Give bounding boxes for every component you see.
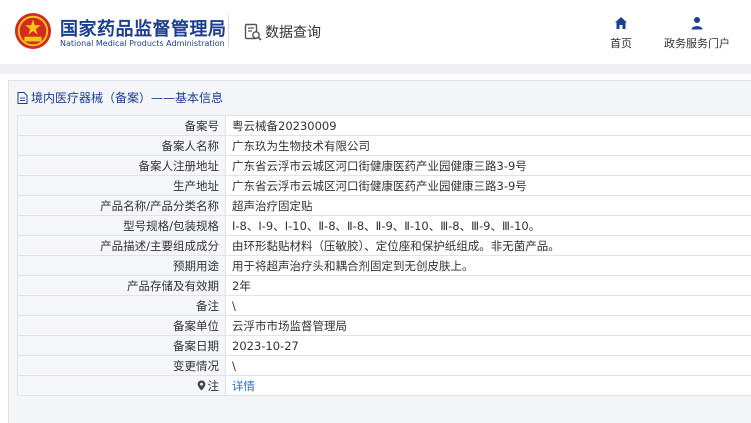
field-label: 型号规格/包装规格 xyxy=(17,215,226,236)
user-icon xyxy=(691,17,703,30)
field-value: \ xyxy=(225,355,751,376)
field-value: 2023-10-27 xyxy=(225,335,751,356)
emblem-logo-icon xyxy=(14,12,52,50)
field-value: 由环形黏贴材料（压敏胶）、定位座和保护纸组成。非无菌产品。 xyxy=(225,235,751,256)
field-label: 备案日期 xyxy=(17,335,226,356)
field-value: 2年 xyxy=(225,275,751,296)
field-value: \ xyxy=(225,295,751,316)
field-label: 预期用途 xyxy=(17,255,226,276)
brand-subtitle: National Medical Products Administration xyxy=(60,39,225,48)
data-query-link[interactable]: 数据查询 xyxy=(244,22,321,42)
table-row: 备案日期 2023-10-27 xyxy=(17,335,751,356)
field-value: 用于将超声治疗头和耦合剂固定到无创皮肤上。 xyxy=(225,255,751,276)
field-value: 超声治疗固定贴 xyxy=(225,195,751,216)
field-value: 广东玖为生物技术有限公司 xyxy=(225,135,751,156)
nav-portal-label: 政务服务门户 xyxy=(664,37,730,50)
header-divider xyxy=(228,15,229,47)
data-query-label: 数据查询 xyxy=(265,25,321,41)
table-row: 备案号 粤云械备20230009 xyxy=(17,115,751,136)
nav-home-label: 首页 xyxy=(610,37,632,50)
location-pin-icon xyxy=(197,380,205,390)
document-icon xyxy=(17,91,28,104)
table-row: 产品存储及有效期 2年 xyxy=(17,275,751,296)
field-label: 备案号 xyxy=(17,115,226,136)
table-row: 预期用途 用于将超声治疗头和耦合剂固定到无创皮肤上。 xyxy=(17,255,751,276)
nav-service-portal[interactable]: 政务服务门户 xyxy=(656,16,738,51)
field-value: 粤云械备20230009 xyxy=(225,115,751,136)
note-label-cell: 注 xyxy=(17,375,226,396)
table-row: 备案单位 云浮市市场监督管理局 xyxy=(17,315,751,336)
table-row: 型号规格/包装规格 Ⅰ-8、Ⅰ-9、Ⅰ-10、Ⅱ-8、Ⅱ-8、Ⅱ-9、Ⅱ-10、… xyxy=(17,215,751,236)
table-row: 产品描述/主要组成成分 由环形黏贴材料（压敏胶）、定位座和保护纸组成。非无菌产品… xyxy=(17,235,751,256)
field-label: 备注 xyxy=(17,295,226,316)
brand-title: 国家药品监督管理局 xyxy=(60,19,227,40)
field-label: 备案人名称 xyxy=(17,135,226,156)
nav-home[interactable]: 首页 xyxy=(606,16,636,51)
table-row: 备案人注册地址 广东省云浮市云城区河口街健康医药产业园健康三路3-9号 xyxy=(17,155,751,176)
field-value: 广东省云浮市云城区河口街健康医药产业园健康三路3-9号 xyxy=(225,155,751,176)
table-row: 产品名称/产品分类名称 超声治疗固定贴 xyxy=(17,195,751,216)
table-row: 备案人名称 广东玖为生物技术有限公司 xyxy=(17,135,751,156)
detail-panel: 境内医疗器械（备案）——基本信息 备案号 粤云械备20230009 备案人名称 … xyxy=(8,80,751,423)
note-label: 注 xyxy=(207,378,220,393)
panel-title: 境内医疗器械（备案）——基本信息 xyxy=(17,89,223,106)
field-label: 产品名称/产品分类名称 xyxy=(17,195,226,216)
site-header: 国家药品监督管理局 National Medical Products Admi… xyxy=(0,0,751,64)
field-value: Ⅰ-8、Ⅰ-9、Ⅰ-10、Ⅱ-8、Ⅱ-8、Ⅱ-9、Ⅱ-10、Ⅲ-8、Ⅲ-9、Ⅲ-… xyxy=(225,215,751,236)
details-link[interactable]: 详情 xyxy=(225,375,751,396)
field-label: 产品描述/主要组成成分 xyxy=(17,235,226,256)
panel-title-text: 境内医疗器械（备案）——基本信息 xyxy=(31,91,224,105)
table-row: 生产地址 广东省云浮市云城区河口街健康医药产业园健康三路3-9号 xyxy=(17,175,751,196)
header-separator-band xyxy=(0,64,751,74)
field-label: 变更情况 xyxy=(17,355,226,376)
field-value: 广东省云浮市云城区河口街健康医药产业园健康三路3-9号 xyxy=(225,175,751,196)
table-row: 变更情况 \ xyxy=(17,355,751,376)
search-document-icon xyxy=(244,23,262,41)
record-table: 备案号 粤云械备20230009 备案人名称 广东玖为生物技术有限公司 备案人注… xyxy=(17,115,751,396)
table-row: 注 详情 xyxy=(17,375,751,396)
field-label: 备案人注册地址 xyxy=(17,155,226,176)
home-icon xyxy=(615,17,627,29)
field-label: 生产地址 xyxy=(17,175,226,196)
field-value: 云浮市市场监督管理局 xyxy=(225,315,751,336)
field-label: 产品存储及有效期 xyxy=(17,275,226,296)
field-label: 备案单位 xyxy=(17,315,226,336)
table-row: 备注 \ xyxy=(17,295,751,316)
